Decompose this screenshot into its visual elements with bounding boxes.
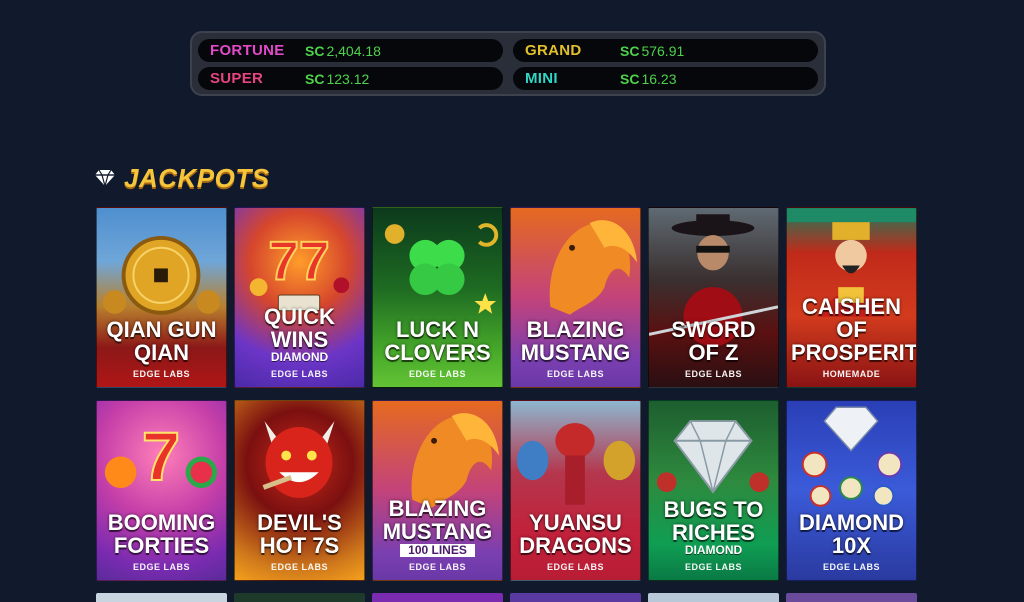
game-studio: EDGE LABS (546, 369, 604, 379)
game-studio: EDGE LABS (132, 369, 190, 379)
game-studio: EDGE LABS (408, 562, 466, 572)
jackpot-label: GRAND (525, 42, 582, 59)
game-tile-partial[interactable] (372, 593, 503, 602)
game-tile[interactable]: 77 QUICK WINS DIAMOND EDGE LABS (234, 207, 365, 388)
game-tile[interactable]: BUGS TO RICHES DIAMOND EDGE LABS (648, 400, 779, 581)
jackpot-amount: 123.12 (326, 70, 370, 87)
game-tile-partial[interactable] (786, 593, 917, 602)
game-tile-partial[interactable] (510, 593, 641, 602)
game-subtitle: 100 LINES (400, 544, 475, 557)
game-studio: EDGE LABS (822, 562, 880, 572)
game-title: BLAZING MUSTANG (382, 496, 493, 544)
jackpot-super: SUPER SC 123.12 (198, 67, 503, 90)
currency-label: SC (620, 42, 640, 59)
game-title: BUGS TO RICHES (663, 497, 764, 545)
game-tile[interactable]: DIAMOND 10X EDGE LABS (786, 400, 917, 581)
game-studio: EDGE LABS (270, 369, 328, 379)
jackpot-label: FORTUNE (210, 42, 285, 59)
svg-text:77: 77 (268, 229, 329, 291)
currency-label: SC (620, 70, 640, 87)
game-studio: EDGE LABS (546, 562, 604, 572)
game-tile[interactable]: BLAZING MUSTANG 100 LINES EDGE LABS (372, 400, 503, 581)
jackpot-ticker: FORTUNE SC 2,404.18 GRAND SC 576.91 SUPE… (190, 31, 826, 96)
game-tile[interactable]: QIAN GUN QIAN EDGE LABS (96, 207, 227, 388)
game-tile[interactable]: SWORD OF Z EDGE LABS (648, 207, 779, 388)
game-title: BOOMING FORTIES (107, 510, 216, 558)
jackpot-amount: 2,404.18 (326, 42, 381, 59)
currency-label: SC (305, 70, 325, 87)
game-studio: HOMEMADE (822, 369, 881, 379)
game-grid: QIAN GUN QIAN EDGE LABS 77 QUICK WINS DI… (96, 207, 917, 581)
game-tile[interactable]: LUCK N CLOVERS EDGE LABS (372, 207, 503, 388)
game-subtitle: DIAMOND (684, 543, 743, 557)
game-subtitle: DIAMOND (270, 350, 329, 364)
game-title: LUCK N CLOVERS (384, 317, 491, 365)
game-studio: EDGE LABS (684, 562, 742, 572)
game-title: BLAZING MUSTANG (520, 317, 631, 365)
game-tile[interactable]: DEVIL'S HOT 7S EDGE LABS (234, 400, 365, 581)
game-title: QIAN GUN QIAN (106, 317, 217, 365)
game-title: QUICK WINS (264, 304, 335, 352)
game-title: DEVIL'S HOT 7S (257, 510, 342, 558)
game-tile[interactable]: 7 BOOMING FORTIES EDGE LABS (96, 400, 227, 581)
jackpot-grand: GRAND SC 576.91 (513, 39, 818, 62)
game-studio: EDGE LABS (408, 369, 466, 379)
jackpot-amount: 576.91 (641, 42, 685, 59)
game-studio: EDGE LABS (684, 369, 742, 379)
jackpot-mini: MINI SC 16.23 (513, 67, 818, 90)
game-tile[interactable]: BLAZING MUSTANG EDGE LABS (510, 207, 641, 388)
diamond-icon (95, 169, 115, 187)
game-studio: EDGE LABS (132, 562, 190, 572)
currency-label: SC (305, 42, 325, 59)
jackpot-label: SUPER (210, 70, 264, 87)
jackpot-fortune: FORTUNE SC 2,404.18 (198, 39, 503, 62)
jackpot-amount: 16.23 (641, 70, 677, 87)
section-header: JACKPOTS (94, 163, 270, 193)
game-title: CAISHEN OF PROSPERITY (791, 294, 917, 365)
game-title: SWORD OF Z (671, 317, 756, 365)
game-title: DIAMOND 10X (798, 510, 905, 558)
game-title: YUANSU DRAGONS (519, 510, 632, 558)
game-tile-partial[interactable] (234, 593, 365, 602)
game-studio: EDGE LABS (270, 562, 328, 572)
jackpot-label: MINI (525, 70, 558, 87)
svg-text:7: 7 (142, 418, 180, 495)
game-tile[interactable]: YUANSU DRAGONS EDGE LABS (510, 400, 641, 581)
game-tile[interactable]: CAISHEN OF PROSPERITY HOMEMADE (786, 207, 917, 388)
section-title: JACKPOTS (124, 162, 270, 193)
game-tile-partial[interactable] (648, 593, 779, 602)
game-tile-partial[interactable] (96, 593, 227, 602)
